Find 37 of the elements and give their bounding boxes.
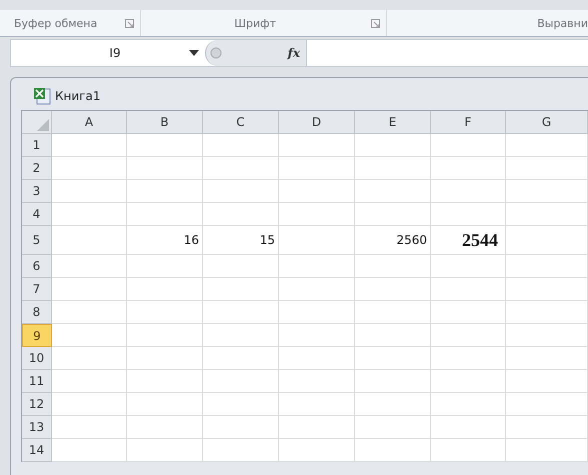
row-header[interactable]: 13 <box>22 416 52 439</box>
row-header[interactable]: 12 <box>22 393 52 416</box>
row-header[interactable]: 4 <box>22 203 52 226</box>
column-header[interactable]: G <box>506 111 588 134</box>
name-box[interactable]: I9 <box>11 40 205 66</box>
column-header[interactable]: A <box>52 111 127 134</box>
insert-function-button[interactable]: fx <box>282 46 306 60</box>
dialog-launcher-icon[interactable] <box>371 18 380 28</box>
row-header[interactable]: 6 <box>22 255 52 278</box>
ribbon-group-label: Шрифт <box>234 16 276 30</box>
grip-icon <box>210 47 222 59</box>
column-header[interactable]: E <box>355 111 431 134</box>
row-header[interactable]: 1 <box>22 134 52 157</box>
table-cell: 16 <box>127 226 203 255</box>
row-header[interactable]: 11 <box>22 370 52 393</box>
row-header[interactable]: 3 <box>22 180 52 203</box>
ribbon-group-label: Выравни <box>537 16 588 30</box>
select-all-icon[interactable] <box>37 119 49 131</box>
ribbon-group-label: Буфер обмена <box>14 16 98 30</box>
dialog-launcher-icon[interactable] <box>125 18 134 28</box>
table-cell: 2560 <box>355 226 431 255</box>
column-header[interactable]: B <box>127 111 203 134</box>
row-header[interactable]: 5 <box>22 226 52 255</box>
row-header[interactable]: 10 <box>22 347 52 370</box>
table-cell: 15 <box>203 226 279 255</box>
workbook-title: Книга1 <box>55 89 100 103</box>
row-header[interactable]: 9 <box>22 324 52 347</box>
column-header[interactable]: F <box>431 111 506 134</box>
row-header[interactable]: 2 <box>22 157 52 180</box>
column-header[interactable]: C <box>203 111 279 134</box>
row-header[interactable]: 8 <box>22 301 52 324</box>
spreadsheet-icon <box>33 87 51 105</box>
caret-icon[interactable] <box>189 50 199 56</box>
column-header[interactable]: D <box>279 111 355 134</box>
row-header[interactable]: 14 <box>22 439 52 462</box>
row-header[interactable]: 7 <box>22 278 52 301</box>
table-cell: 2544 <box>431 226 506 255</box>
